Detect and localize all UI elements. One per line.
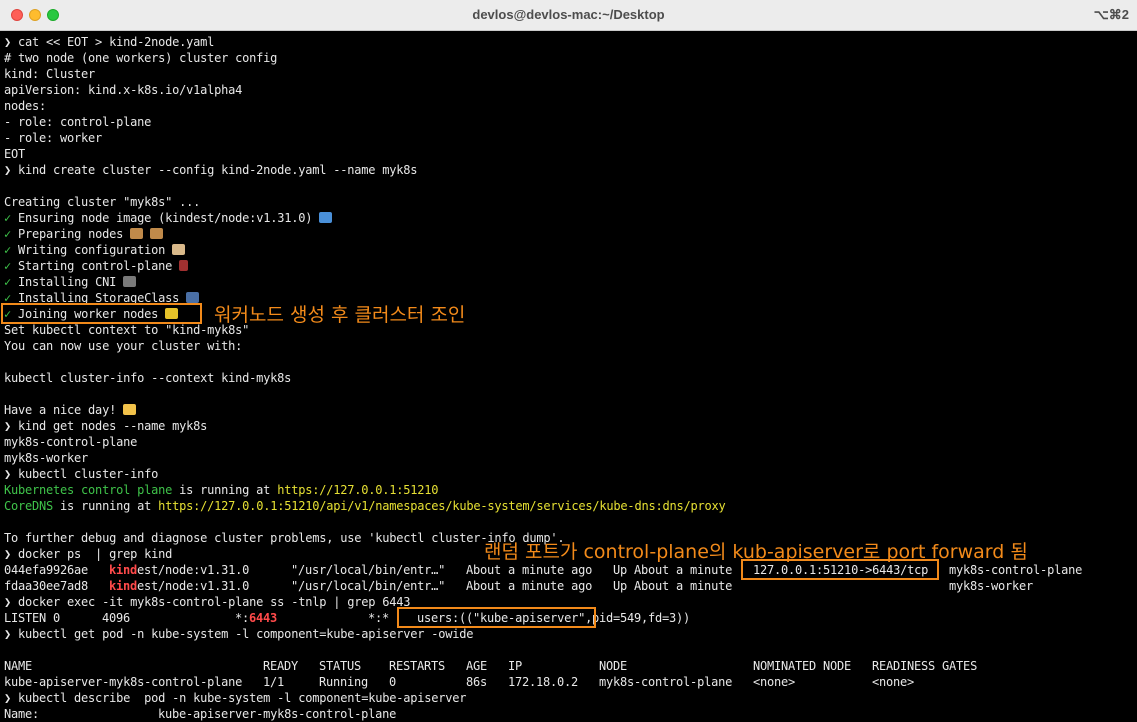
progress-line: ✓ Starting control-plane	[4, 258, 189, 274]
terminal-line: Have a nice day!	[4, 402, 137, 418]
coredns-url-link[interactable]: https://127.0.0.1:51210/api/v1/namespace…	[158, 499, 726, 513]
terminal-line: ❯ docker exec -it myk8s-control-plane ss…	[4, 595, 411, 609]
terminal-line: nodes:	[4, 99, 47, 113]
table-row: kube-apiserver-myk8s-control-plane 1/1 R…	[4, 675, 915, 689]
package-icon	[130, 228, 144, 239]
progress-line: ✓ Ensuring node image (kindest/node:v1.3…	[4, 210, 333, 226]
docker-row: 044efa9926ae kindest/node:v1.31.0 "/usr/…	[4, 563, 1083, 577]
window-shortcut: ⌥⌘2	[1093, 7, 1129, 22]
terminal-line: You can now use your cluster with:	[4, 339, 243, 353]
window-title: devlos@devlos-mac:~/Desktop	[472, 7, 665, 22]
terminal-line: ❯ docker ps | grep kind	[4, 547, 173, 561]
highlight-box	[397, 607, 596, 628]
progress-text: Writing configuration	[18, 243, 166, 257]
image-icon	[319, 212, 333, 223]
terminal-line: ❯ cat << EOT > kind-2node.yaml	[4, 35, 215, 49]
progress-text: Ensuring node image (kindest/node:v1.31.…	[18, 211, 313, 225]
terminal-window: devlos@devlos-mac:~/Desktop ⌥⌘2 ❯ cat <<…	[0, 0, 1137, 722]
terminal-line: - role: worker	[4, 131, 103, 145]
docker-row: fdaa30ee7ad8 kindest/node:v1.31.0 "/usr/…	[4, 579, 1034, 593]
cluster-url-link[interactable]: https://127.0.0.1:51210	[277, 483, 438, 497]
progress-line: ✓ Preparing nodes	[4, 226, 164, 242]
terminal-line: apiVersion: kind.x-k8s.io/v1alpha4	[4, 83, 243, 97]
progress-text: Installing CNI	[18, 275, 117, 289]
floppy-disk-icon	[186, 292, 200, 303]
check-icon: ✓	[4, 243, 12, 257]
progress-text: Starting control-plane	[18, 259, 173, 273]
terminal-line: kubectl cluster-info --context kind-myk8…	[4, 371, 292, 385]
table-header: NAME READY STATUS RESTARTS AGE IP NODE N…	[4, 659, 978, 673]
terminal-line: ❯ kind get nodes --name myk8s	[4, 419, 208, 433]
joystick-icon	[179, 260, 189, 271]
annotation-label: 워커노드 생성 후 클러스터 조인	[214, 304, 466, 326]
terminal-line: EOT	[4, 147, 26, 161]
title-bar: devlos@devlos-mac:~/Desktop ⌥⌘2	[0, 0, 1137, 31]
progress-text: Preparing nodes	[18, 227, 124, 241]
describe-row: Name: kube-apiserver-myk8s-control-plane	[4, 707, 397, 721]
package-icon	[150, 228, 164, 239]
terminal-line: ❯ kind create cluster --config kind-2nod…	[4, 163, 418, 177]
check-icon: ✓	[4, 275, 12, 289]
terminal-line: Set kubectl context to "kind-myk8s"	[4, 323, 250, 337]
terminal-line: ❯ kubectl describe pod -n kube-system -l…	[4, 691, 467, 705]
terminal-line: - role: control-plane	[4, 115, 152, 129]
check-icon: ✓	[4, 211, 12, 225]
waving-hand-icon	[123, 404, 137, 415]
terminal-line: myk8s-worker	[4, 451, 89, 465]
annotation-label: 랜덤 포트가 control-plane의 kub-apiserver로 por…	[484, 541, 1028, 563]
terminal-line: ❯ kubectl get pod -n kube-system -l comp…	[4, 627, 474, 641]
plug-icon	[123, 276, 137, 287]
progress-line: ✓ Writing configuration	[4, 242, 186, 258]
terminal-line: CoreDNS is running at https://127.0.0.1:…	[4, 499, 726, 513]
terminal-line: myk8s-control-plane	[4, 435, 138, 449]
terminal-output[interactable]: ❯ cat << EOT > kind-2node.yaml # two nod…	[0, 34, 1137, 722]
highlight-box	[1, 303, 202, 324]
scroll-icon	[172, 244, 186, 255]
progress-line: ✓ Installing CNI	[4, 274, 137, 290]
check-icon: ✓	[4, 227, 12, 241]
terminal-line: ❯ kubectl cluster-info	[4, 467, 159, 481]
check-icon: ✓	[4, 259, 12, 273]
terminal-line: Kubernetes control plane is running at h…	[4, 483, 439, 497]
terminal-line: To further debug and diagnose cluster pr…	[4, 531, 565, 545]
terminal-line: Creating cluster "myk8s" ...	[4, 195, 201, 209]
terminal-line: # two node (one workers) cluster config	[4, 51, 278, 65]
terminal-line: kind: Cluster	[4, 67, 96, 81]
